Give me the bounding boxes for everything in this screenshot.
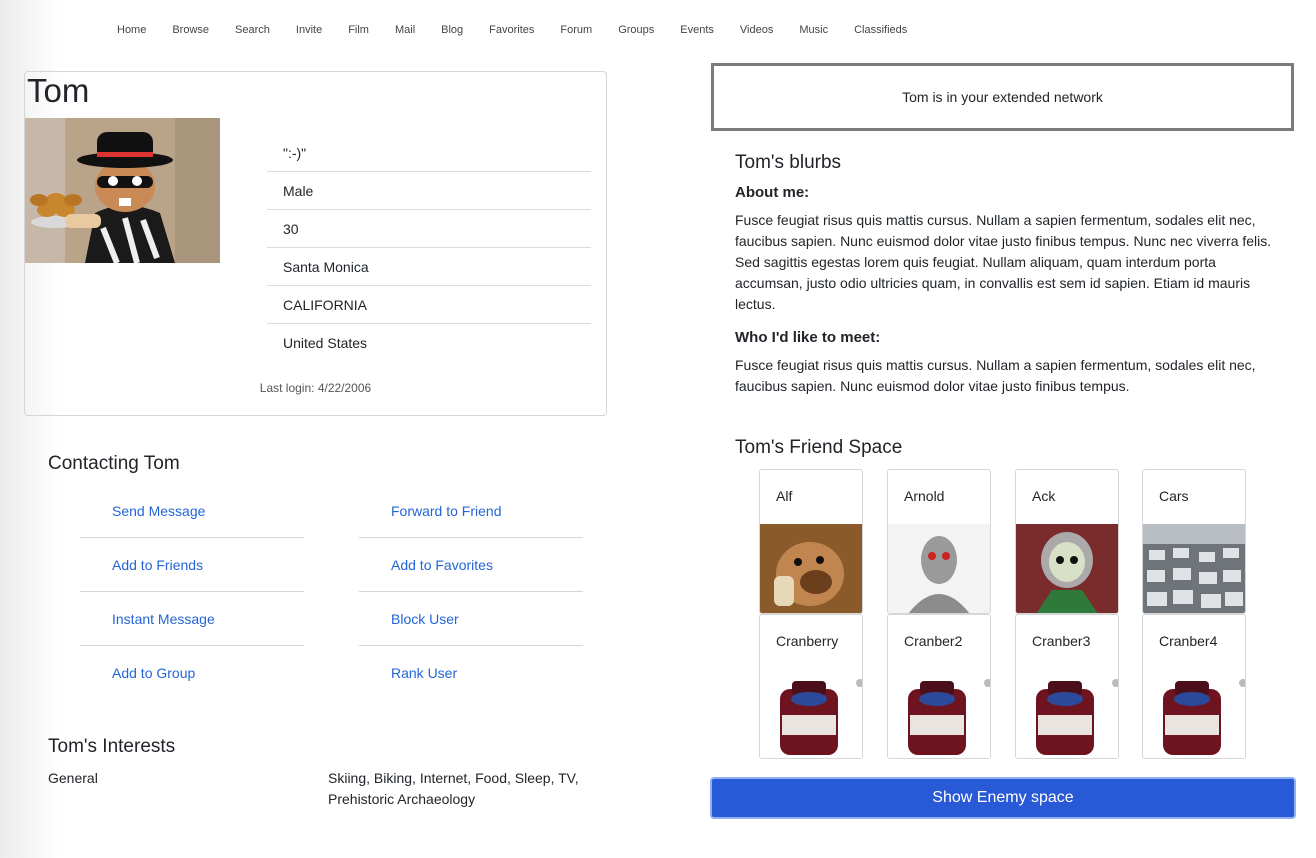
interests-title: Tom's Interests	[48, 736, 176, 757]
rank-user-link[interactable]: Rank User	[391, 665, 457, 681]
friend-card[interactable]: Cars	[1142, 469, 1246, 614]
contact-col-right: Forward to Friend Add to Favorites Block…	[359, 484, 583, 700]
friend-photo	[888, 524, 990, 613]
instant-message-link[interactable]: Instant Message	[112, 611, 215, 627]
profile-card: Tom ":-)" Male 30 Santa Monica CALIFORNI…	[24, 71, 607, 416]
nav-classifieds[interactable]: Classifieds	[854, 20, 907, 40]
contact-item: Rank User	[359, 646, 583, 700]
add-to-favorites-link[interactable]: Add to Favorites	[391, 557, 493, 573]
friend-grid: Alf Arnold Ack Cars Cranberry Cranber2 C…	[759, 469, 1246, 759]
block-user-link[interactable]: Block User	[391, 611, 459, 627]
add-to-group-link[interactable]: Add to Group	[112, 665, 195, 681]
friend-name: Cranber2	[904, 633, 963, 649]
profile-facts: ":-)" Male 30 Santa Monica CALIFORNIA Un…	[267, 134, 591, 362]
friend-card[interactable]: Cranber4	[1142, 614, 1246, 759]
friend-space-title: Tom's Friend Space	[735, 437, 903, 458]
friend-card[interactable]: Cranberry	[759, 614, 863, 759]
fact-mood: ":-)"	[267, 134, 591, 172]
nav-blog[interactable]: Blog	[441, 20, 463, 40]
contact-item: Add to Friends	[80, 538, 304, 592]
friend-card[interactable]: Cranber2	[887, 614, 991, 759]
fact-age: 30	[267, 210, 591, 248]
friend-name: Cranber4	[1159, 633, 1218, 649]
contact-item: Block User	[359, 592, 583, 646]
friend-card[interactable]: Alf	[759, 469, 863, 614]
nav-forum[interactable]: Forum	[560, 20, 592, 40]
friend-card[interactable]: Arnold	[887, 469, 991, 614]
profile-photo	[25, 118, 220, 263]
friend-photo	[1016, 524, 1118, 613]
friend-card[interactable]: Ack	[1015, 469, 1119, 614]
nav-invite[interactable]: Invite	[296, 20, 322, 40]
contact-col-left: Send Message Add to Friends Instant Mess…	[80, 484, 304, 700]
nav-music[interactable]: Music	[799, 20, 828, 40]
blurbs-title: Tom's blurbs	[735, 152, 842, 173]
contact-item: Forward to Friend	[359, 484, 583, 538]
nav-favorites[interactable]: Favorites	[489, 20, 534, 40]
friend-photo	[760, 669, 862, 758]
send-message-link[interactable]: Send Message	[112, 503, 205, 519]
nav-film[interactable]: Film	[348, 20, 369, 40]
friend-card[interactable]: Cranber3	[1015, 614, 1119, 759]
nav-videos[interactable]: Videos	[740, 20, 773, 40]
friend-name: Cars	[1159, 488, 1189, 504]
forward-to-friend-link[interactable]: Forward to Friend	[391, 503, 501, 519]
profile-name: Tom	[27, 72, 90, 109]
interest-value: Skiing, Biking, Internet, Food, Sleep, T…	[328, 770, 579, 807]
contacting-title: Contacting Tom	[48, 453, 180, 474]
top-nav: Home Browse Search Invite Film Mail Blog…	[117, 20, 933, 40]
nav-search[interactable]: Search	[235, 20, 270, 40]
fact-country: United States	[283, 335, 368, 351]
friend-name: Arnold	[904, 488, 945, 504]
last-login: Last login: 4/22/2006	[259, 381, 372, 395]
contact-item: Add to Favorites	[359, 538, 583, 592]
friend-name: Alf	[776, 488, 793, 504]
fact-gender: Male	[267, 172, 591, 210]
nav-groups[interactable]: Groups	[618, 20, 654, 40]
extended-network-box: Tom is in your extended network	[711, 63, 1294, 131]
about-me-heading: About me:	[735, 184, 810, 201]
fact-state: CALIFORNIA	[267, 286, 591, 324]
friend-photo	[1143, 524, 1245, 613]
nav-home[interactable]: Home	[117, 20, 146, 40]
friend-photo	[1016, 669, 1118, 758]
friend-photo	[1143, 669, 1245, 758]
nav-mail[interactable]: Mail	[395, 20, 415, 40]
interest-category: General	[48, 770, 98, 786]
contact-item: Add to Group	[80, 646, 304, 700]
nav-events[interactable]: Events	[680, 20, 714, 40]
blurbs-section: Tom's blurbs About me: Fusce feugiat ris…	[735, 152, 1280, 411]
nav-browse[interactable]: Browse	[172, 20, 209, 40]
friend-name: Cranber3	[1032, 633, 1091, 649]
about-me-text: Fusce feugiat risus quis mattis cursus. …	[735, 212, 1272, 312]
who-to-meet-text: Fusce feugiat risus quis mattis cursus. …	[735, 357, 1256, 394]
fact-city: Santa Monica	[267, 248, 591, 286]
show-enemy-space-button[interactable]: Show Enemy space	[710, 777, 1296, 819]
friend-photo	[760, 524, 862, 613]
add-to-friends-link[interactable]: Add to Friends	[112, 557, 203, 573]
who-to-meet-heading: Who I'd like to meet:	[735, 329, 881, 346]
contact-item: Send Message	[80, 484, 304, 538]
contact-item: Instant Message	[80, 592, 304, 646]
friend-name: Cranberry	[776, 633, 839, 649]
friend-photo	[888, 669, 990, 758]
friend-name: Ack	[1032, 488, 1056, 504]
